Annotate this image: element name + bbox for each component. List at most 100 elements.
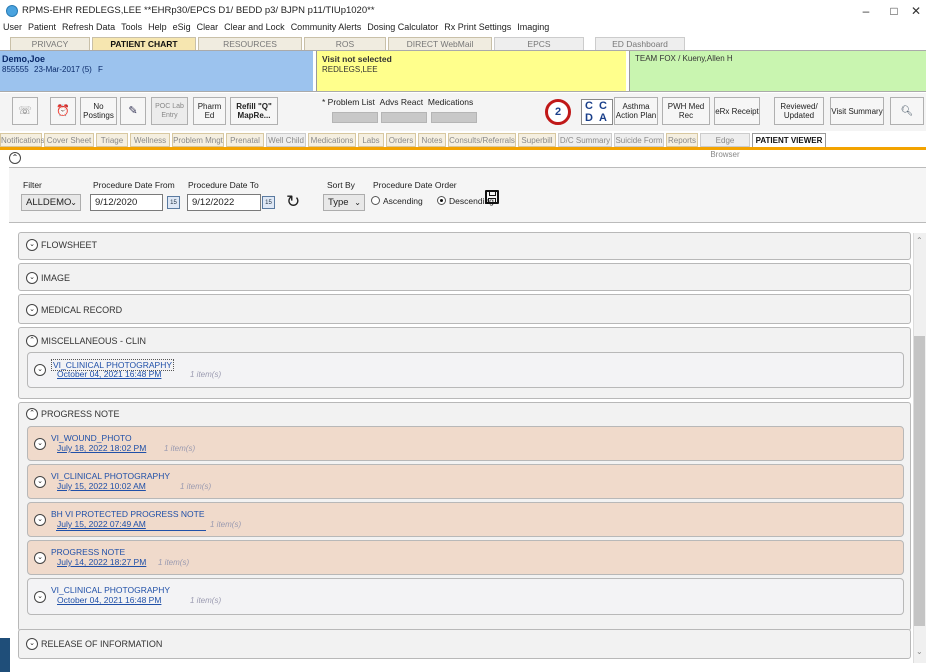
poc-lab-entry-button[interactable]: POC Lab Entry: [151, 97, 188, 125]
section-release-of-information[interactable]: ⌄ RELEASE OF INFORMATION: [18, 629, 911, 659]
alert-cycle-icon[interactable]: 2: [545, 99, 571, 125]
tab-medications[interactable]: Medications: [308, 133, 356, 147]
item-title[interactable]: VI_WOUND_PHOTO: [51, 433, 132, 443]
refresh-icon[interactable]: ↻: [286, 192, 300, 212]
tab-ed-dashboard[interactable]: ED Dashboard: [595, 37, 685, 50]
expand-icon[interactable]: ⌄: [26, 304, 38, 316]
list-item[interactable]: ⌄ BH VI PROTECTED PROGRESS NOTE July 15,…: [27, 502, 904, 537]
menu-dosing-calculator[interactable]: Dosing Calculator: [367, 22, 438, 32]
descending-radio[interactable]: [437, 196, 446, 205]
tab-triage[interactable]: Triage: [96, 133, 128, 147]
list-item[interactable]: ⌄ VI_CLINICAL PHOTOGRAPHY October 04, 20…: [27, 578, 904, 615]
section-progress-note[interactable]: ⌃ PROGRESS NOTE ⌄ VI_WOUND_PHOTO July 18…: [18, 402, 911, 631]
tab-consults-referrals[interactable]: Consults/Referrals: [448, 133, 516, 147]
item-title[interactable]: BH VI PROTECTED PROGRESS NOTE: [51, 509, 205, 519]
tab-orders[interactable]: Orders: [386, 133, 416, 147]
tab-notes[interactable]: Notes: [418, 133, 446, 147]
item-title[interactable]: VI_CLINICAL PHOTOGRAPHY: [51, 585, 170, 595]
advs-react-button[interactable]: Advs React: [380, 97, 423, 107]
tab-labs[interactable]: Labs: [358, 133, 384, 147]
tab-suicide-form[interactable]: Suicide Form: [614, 133, 664, 147]
pharm-ed-button[interactable]: Pharm Ed: [193, 97, 226, 125]
minimize-button[interactable]: –: [852, 2, 880, 20]
search-button[interactable]: 🔍︎: [890, 97, 924, 125]
menu-clear[interactable]: Clear: [197, 22, 219, 32]
filter-dropdown[interactable]: ALLDEMO ⌄: [21, 194, 81, 211]
menu-help[interactable]: Help: [148, 22, 167, 32]
alarm-button[interactable]: ⏰: [50, 97, 76, 125]
visit-summary-button[interactable]: Visit Summary: [830, 97, 884, 125]
no-postings-button[interactable]: No Postings: [80, 97, 117, 125]
scrollbar-thumb[interactable]: [914, 336, 925, 626]
expand-icon[interactable]: ⌄: [34, 438, 46, 450]
section-flowsheet[interactable]: ⌄ FLOWSHEET: [18, 232, 911, 260]
menu-patient[interactable]: Patient: [28, 22, 56, 32]
scroll-down-icon[interactable]: ⌄: [916, 647, 923, 656]
tab-cover-sheet[interactable]: Cover Sheet: [44, 133, 94, 147]
scroll-up-icon[interactable]: ⌃: [916, 236, 923, 245]
item-date[interactable]: July 14, 2022 18:27 PM: [57, 557, 146, 567]
tab-patient-chart[interactable]: PATIENT CHART: [92, 37, 196, 50]
tab-well-child[interactable]: Well Child: [266, 133, 306, 147]
expand-icon[interactable]: ⌄: [34, 591, 46, 603]
patient-info-panel[interactable]: Demo,Joe 855555 23-Mar-2017 (5) F: [0, 51, 313, 91]
ascending-radio[interactable]: [371, 196, 380, 205]
date-to-field[interactable]: 9/12/2022: [187, 194, 261, 211]
section-medical-record[interactable]: ⌄ MEDICAL RECORD: [18, 294, 911, 324]
tab-prenatal[interactable]: Prenatal: [226, 133, 264, 147]
expand-icon[interactable]: ⌄: [34, 552, 46, 564]
collapse-icon[interactable]: ⌃: [26, 335, 38, 347]
tab-resources[interactable]: RESOURCES: [198, 37, 302, 50]
section-miscellaneous-clin[interactable]: ⌃ MISCELLANEOUS - CLIN ⌄ VI_CLINICAL PHO…: [18, 327, 911, 399]
notes-button[interactable]: ✎: [120, 97, 146, 125]
pwh-med-rec-button[interactable]: PWH Med Rec: [662, 97, 710, 125]
erx-receipt-button[interactable]: eRx Receipt: [714, 97, 760, 125]
expand-icon[interactable]: ⌄: [26, 239, 38, 251]
tab-edge-browser[interactable]: Edge Browser: [700, 133, 750, 159]
calendar-to-icon[interactable]: 15: [262, 196, 275, 209]
tab-ros[interactable]: ROS: [304, 37, 386, 50]
tab-direct-webmail[interactable]: DIRECT WebMail: [388, 37, 492, 50]
expand-icon[interactable]: ⌄: [34, 514, 46, 526]
list-item[interactable]: ⌄ PROGRESS NOTE July 14, 2022 18:27 PM 1…: [27, 540, 904, 575]
tab-privacy[interactable]: PRIVACY: [10, 37, 90, 50]
item-date[interactable]: July 15, 2022 07:49 AM: [57, 519, 146, 529]
expand-icon[interactable]: ⌄: [34, 476, 46, 488]
asthma-action-plan-button[interactable]: Asthma Action Plan: [614, 97, 658, 125]
item-title[interactable]: VI_CLINICAL PHOTOGRAPHY: [51, 471, 170, 481]
refill-mapre-button[interactable]: Refill "Q" MapRe...: [230, 97, 278, 125]
date-from-field[interactable]: 9/12/2020: [90, 194, 163, 211]
item-date[interactable]: July 18, 2022 18:02 PM: [57, 443, 146, 453]
item-date[interactable]: July 15, 2022 10:02 AM: [57, 481, 146, 491]
menu-rx-print-settings[interactable]: Rx Print Settings: [444, 22, 511, 32]
visit-info-panel[interactable]: Visit not selected REDLEGS,LEE: [316, 51, 626, 91]
collapse-filter-icon[interactable]: ⌃: [9, 152, 21, 164]
menu-community-alerts[interactable]: Community Alerts: [291, 22, 362, 32]
item-date[interactable]: October 04, 2021 16:48 PM: [57, 369, 161, 379]
reviewed-updated-button[interactable]: Reviewed/ Updated: [774, 97, 824, 125]
problem-list-button[interactable]: * Problem List: [322, 97, 375, 107]
collapse-icon[interactable]: ⌃: [26, 408, 38, 420]
sort-by-dropdown[interactable]: Type ⌄: [323, 194, 365, 211]
menu-imaging[interactable]: Imaging: [517, 22, 549, 32]
phone-button[interactable]: ☏: [12, 97, 38, 125]
tab-reports[interactable]: Reports: [666, 133, 698, 147]
care-team-panel[interactable]: TEAM FOX / Kueny,Allen H: [629, 51, 926, 91]
menu-tools[interactable]: Tools: [121, 22, 142, 32]
tab-epcs[interactable]: EPCS: [494, 37, 584, 50]
item-title[interactable]: PROGRESS NOTE: [51, 547, 125, 557]
calendar-from-icon[interactable]: 15: [167, 196, 180, 209]
expand-icon[interactable]: ⌄: [34, 364, 46, 376]
menu-refresh-data[interactable]: Refresh Data: [62, 22, 115, 32]
save-icon[interactable]: [485, 190, 499, 204]
list-item[interactable]: ⌄ VI_CLINICAL PHOTOGRAPHY October 04, 20…: [27, 352, 904, 388]
tab-wellness[interactable]: Wellness: [130, 133, 170, 147]
section-image[interactable]: ⌄ IMAGE: [18, 263, 911, 291]
tab-problem-mngt[interactable]: Problem Mngt: [172, 133, 224, 147]
item-date[interactable]: October 04, 2021 16:48 PM: [57, 595, 161, 605]
tab-notifications[interactable]: Notifications: [0, 133, 45, 147]
expand-icon[interactable]: ⌄: [26, 272, 38, 284]
close-button[interactable]: ✕: [906, 2, 926, 20]
tab-superbill[interactable]: Superbill: [518, 133, 556, 147]
menu-user[interactable]: User: [3, 22, 22, 32]
